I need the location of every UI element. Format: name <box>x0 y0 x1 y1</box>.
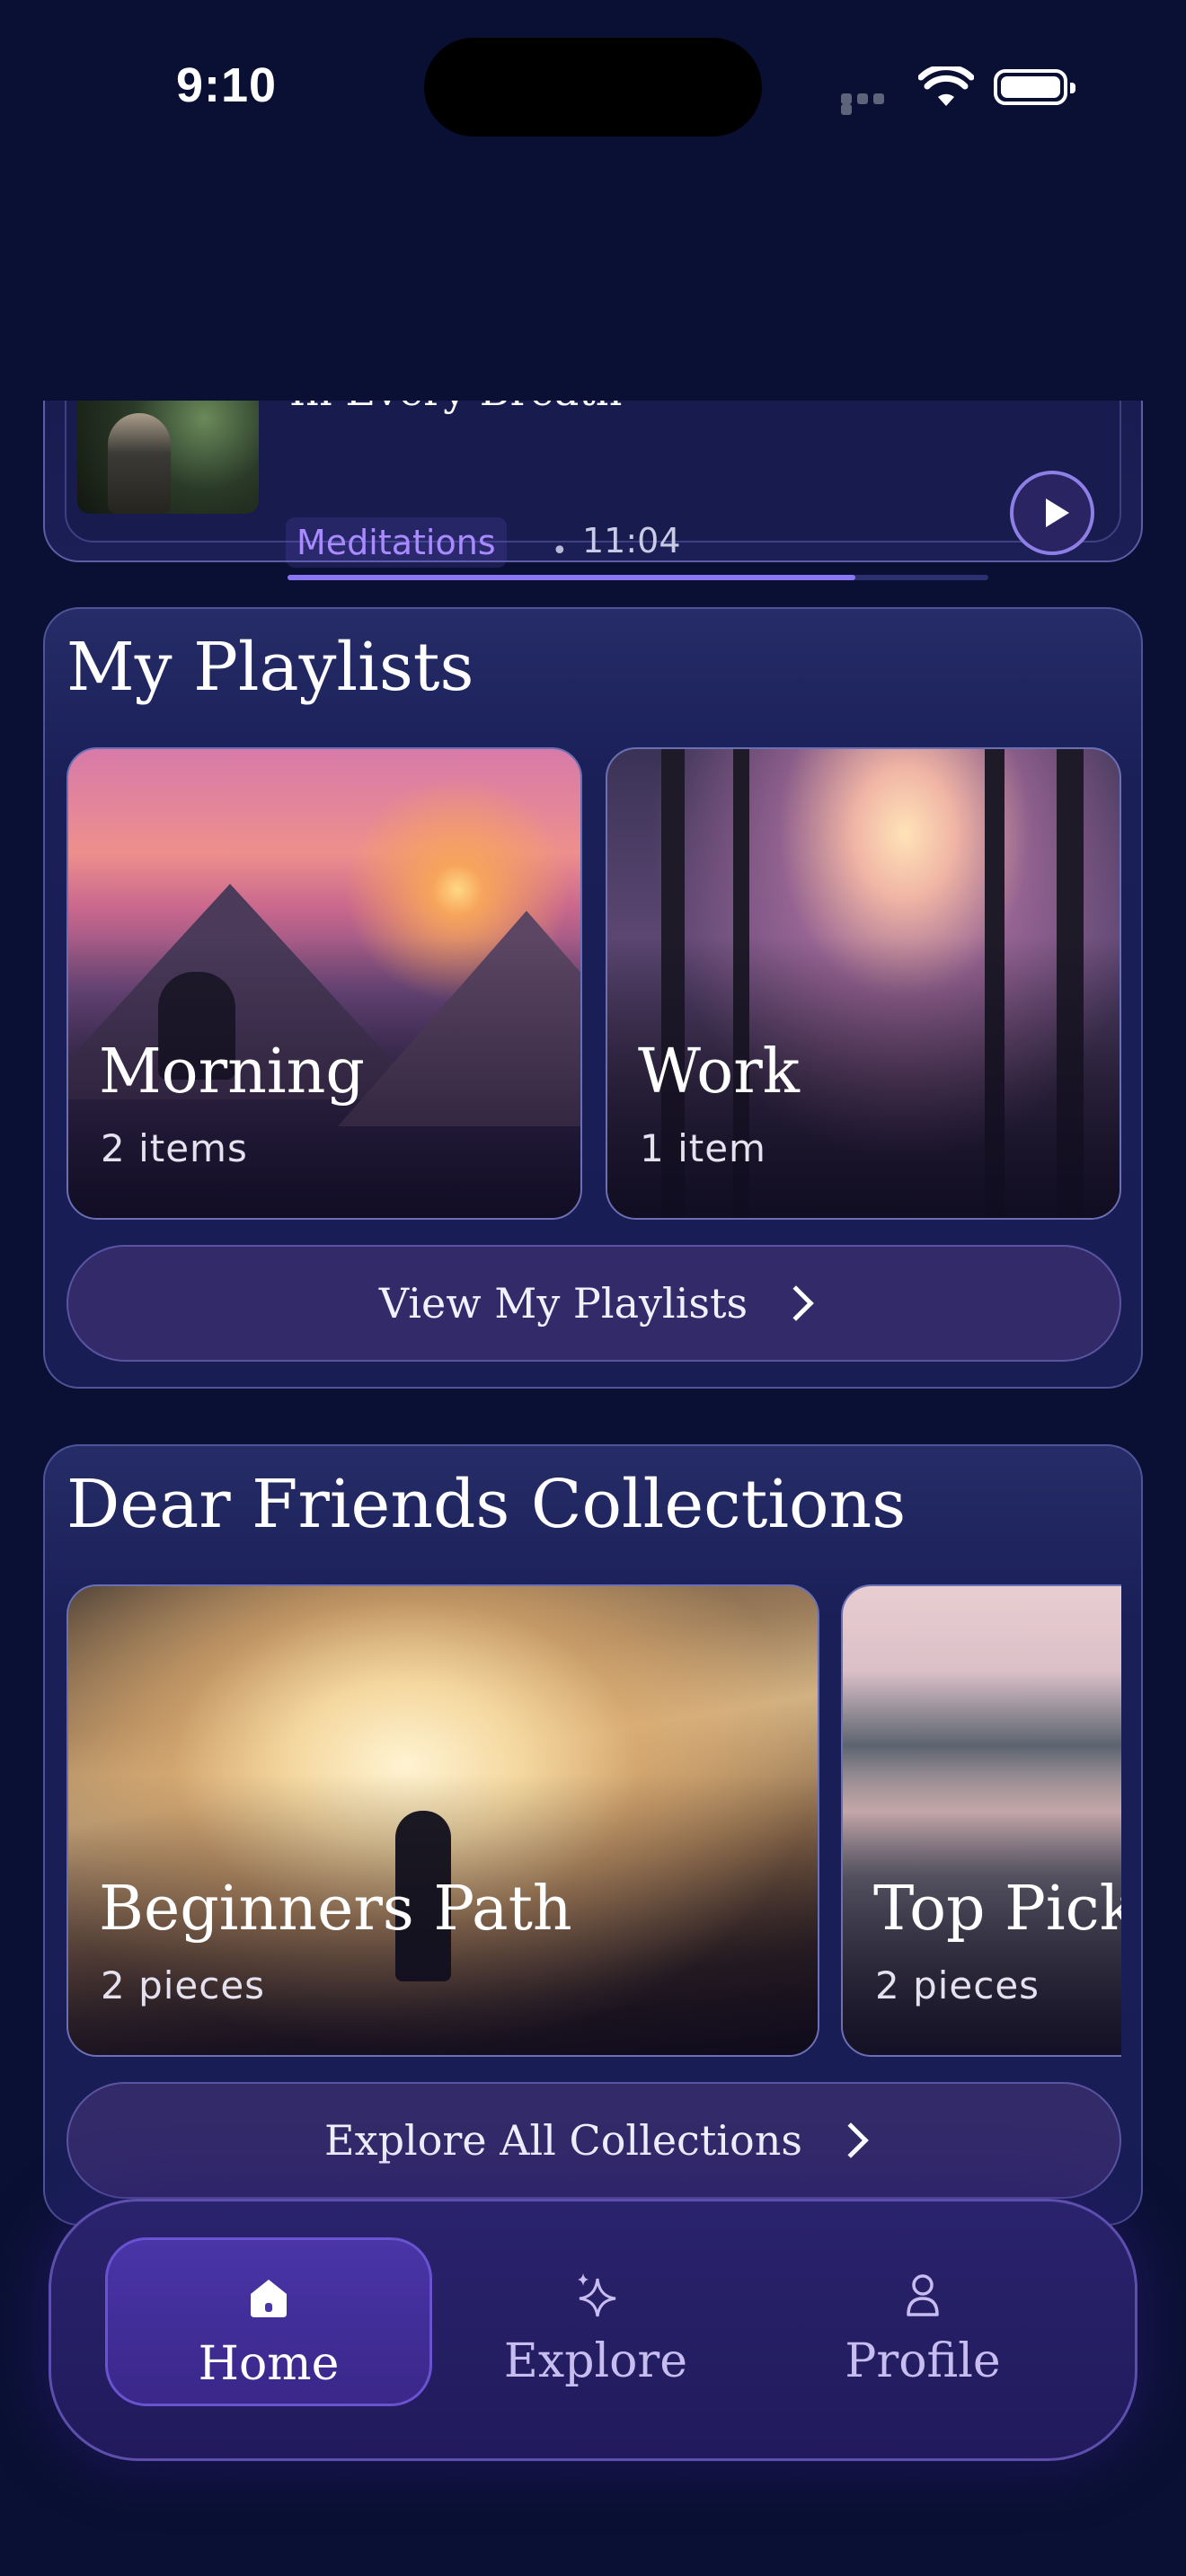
chevron-right-icon <box>833 2122 869 2158</box>
now-playing-card[interactable]: In Every Breath Meditations • 11:04 <box>43 401 1143 580</box>
playlist-tile-morning[interactable]: Morning 2 items <box>66 747 582 1220</box>
progress-fill <box>288 575 855 580</box>
sparkles-icon <box>578 2273 616 2317</box>
playlist-count: 1 item <box>640 1126 766 1170</box>
separator-dot: • <box>552 535 568 567</box>
view-my-playlists-button[interactable]: View My Playlists <box>66 1245 1121 1362</box>
status-bar: 9:10 <box>0 0 1186 180</box>
now-playing-duration: 11:04 <box>582 521 681 560</box>
collection-name: Top Picks <box>873 1874 1121 1945</box>
tab-label: Profile <box>845 2334 1001 2388</box>
section-title: My Playlists <box>66 629 474 706</box>
collection-count: 2 pieces <box>875 1963 1040 2007</box>
collection-tile-top-picks[interactable]: Top Picks 2 pieces <box>841 1584 1121 2057</box>
button-label: View My Playlists <box>378 1279 748 1328</box>
tab-label: Explore <box>503 2334 688 2388</box>
collections-section: Dear Friends Collections Beginners Path … <box>43 1444 1143 2226</box>
tab-home[interactable]: Home <box>105 2237 432 2406</box>
home-icon <box>251 2280 287 2317</box>
tab-explore[interactable]: Explore <box>432 2237 759 2406</box>
wifi-icon <box>918 66 974 106</box>
playlist-name: Work <box>638 1037 800 1107</box>
tab-label: Home <box>198 2337 340 2391</box>
button-label: Explore All Collections <box>324 2116 802 2165</box>
tab-bar: Home Explore Profile <box>49 2199 1137 2461</box>
now-playing-progress-bar[interactable] <box>288 575 988 580</box>
play-button[interactable] <box>1010 471 1094 555</box>
collection-count: 2 pieces <box>101 1963 266 2007</box>
now-playing-artwork <box>77 401 259 514</box>
chevron-right-icon <box>778 1285 814 1321</box>
explore-all-collections-button[interactable]: Explore All Collections <box>66 2082 1121 2199</box>
now-playing-title: In Every Breath <box>289 401 622 415</box>
my-playlists-section: My Playlists Morning 2 items Work 1 item… <box>43 607 1143 1389</box>
battery-icon <box>994 69 1075 105</box>
status-time: 9:10 <box>176 58 278 112</box>
person-icon <box>907 2274 939 2316</box>
playlist-name: Morning <box>99 1037 365 1107</box>
playlist-tile-work[interactable]: Work 1 item <box>606 747 1121 1220</box>
collection-tile-beginners-path[interactable]: Beginners Path 2 pieces <box>66 1584 819 2057</box>
now-playing-category: Meditations <box>286 517 507 568</box>
section-title: Dear Friends Collections <box>66 1466 907 1543</box>
collection-name: Beginners Path <box>99 1874 572 1945</box>
cellular-signal-icon <box>841 93 900 115</box>
collection-carousel-clip: Top Picks 2 pieces <box>841 1584 1121 2057</box>
playlist-count: 2 items <box>101 1126 248 1170</box>
dynamic-island <box>424 38 762 137</box>
tab-profile[interactable]: Profile <box>759 2237 1086 2406</box>
